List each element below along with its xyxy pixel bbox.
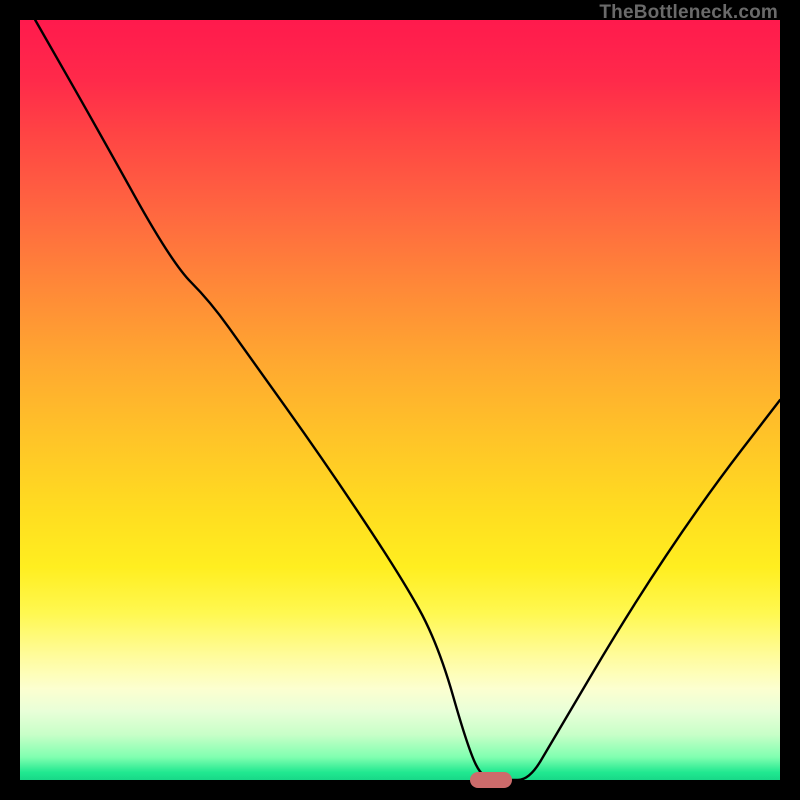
chart-container: TheBottleneck.com xyxy=(0,0,800,800)
optimal-point-marker xyxy=(470,772,512,789)
bottleneck-curve xyxy=(0,0,800,800)
